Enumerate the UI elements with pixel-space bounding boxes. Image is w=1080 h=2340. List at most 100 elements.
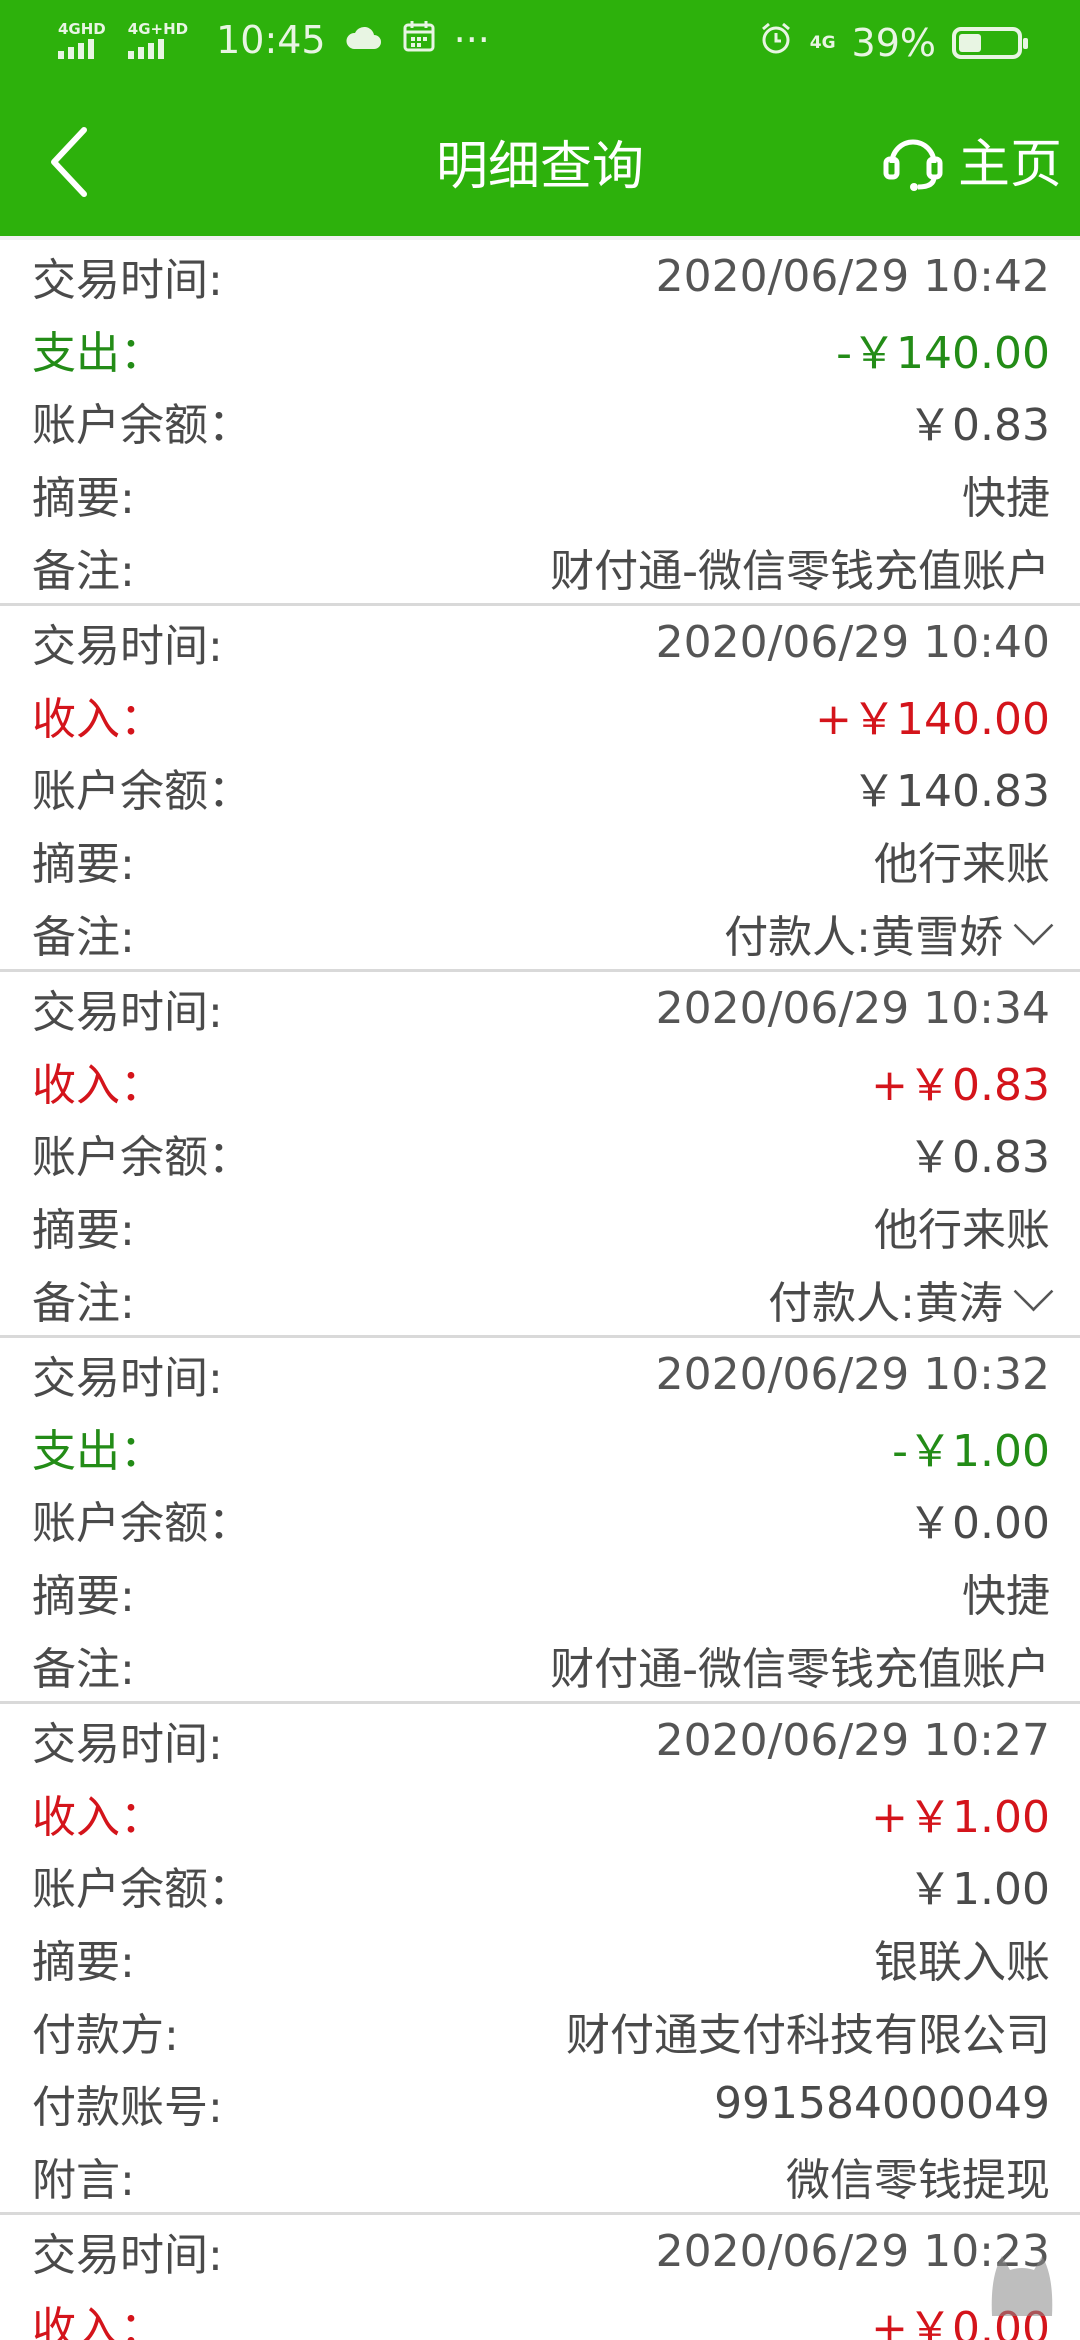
detail-value: +￥0.83 <box>871 1059 1050 1111</box>
detail-label: 交易时间: <box>32 2230 223 2282</box>
nav-bar: 明细查询 主页 <box>0 86 1080 236</box>
detail-value: -￥140.00 <box>836 327 1050 379</box>
detail-value: 银联入账 <box>874 1936 1050 1988</box>
detail-label: 付款方: <box>32 2009 179 2061</box>
detail-label: 附言: <box>32 2154 135 2206</box>
calendar-icon <box>402 18 436 62</box>
detail-value: 2020/06/29 10:42 <box>655 250 1050 302</box>
detail-label: 收入： <box>32 1059 164 1111</box>
detail-row: 收入： +￥1.00 <box>0 1776 1080 1849</box>
detail-row: 摘要: 他行来账 <box>0 1190 1080 1263</box>
status-right: 4G 39% <box>758 20 1028 65</box>
battery-percent: 39% <box>851 20 936 65</box>
transaction-card[interactable]: 交易时间: 2020/06/29 10:23 收入： +￥0.00 <box>0 2215 1080 2340</box>
detail-value: 2020/06/29 10:32 <box>655 1348 1050 1400</box>
detail-label: 账户余额： <box>32 1864 252 1916</box>
detail-row: 付款方: 财付通支付科技有限公司 <box>0 1994 1080 2067</box>
detail-value: 财付通支付科技有限公司 <box>566 2009 1050 2061</box>
detail-row: 账户余额： ￥140.83 <box>0 751 1080 824</box>
detail-label: 摘要: <box>32 1936 135 1988</box>
detail-row: 交易时间: 2020/06/29 10:27 <box>0 1704 1080 1777</box>
chevron-down-icon[interactable] <box>1013 1271 1054 1311</box>
transaction-card[interactable]: 交易时间: 2020/06/29 10:40 收入： +￥140.00 账户余额： ￥14… <box>0 605 1080 972</box>
detail-row: 交易时间: 2020/06/29 10:32 <box>0 1338 1080 1411</box>
status-time: 10:45 <box>216 18 326 62</box>
detail-value: 2020/06/29 10:40 <box>655 616 1050 668</box>
detail-value: 快捷 <box>962 1570 1050 1622</box>
detail-row: 摘要: 快捷 <box>0 1556 1080 1629</box>
detail-label: 收入： <box>32 2302 164 2340</box>
detail-label: 交易时间: <box>32 987 223 1039</box>
detail-row: 备注: 财付通-微信零钱充值账户 <box>0 530 1080 603</box>
detail-row: 摘要: 他行来账 <box>0 824 1080 897</box>
transaction-card[interactable]: 交易时间: 2020/06/29 10:42 支出： -￥140.00 账户余额： ￥0.… <box>0 240 1080 606</box>
detail-value: ￥0.83 <box>908 400 1050 452</box>
detail-row: 交易时间: 2020/06/29 10:23 <box>0 2215 1080 2288</box>
detail-label: 交易时间: <box>32 1719 223 1771</box>
detail-label: 付款账号: <box>32 2082 223 2134</box>
detail-value: -￥1.00 <box>892 1425 1050 1477</box>
signal-label-2: 4G+HD <box>127 20 189 38</box>
detail-row: 交易时间: 2020/06/29 10:42 <box>0 240 1080 313</box>
detail-row: 备注: 付款人:黄雪娇 <box>0 896 1080 969</box>
network-type: 4G <box>809 32 836 53</box>
status-bar: 4GHD 4G+HD 10:45 ··· 4G 39% <box>0 0 1080 86</box>
detail-row: 备注: 财付通-微信零钱充值账户 <box>0 1628 1080 1701</box>
detail-value: 快捷 <box>962 473 1050 525</box>
detail-row: 摘要: 快捷 <box>0 458 1080 531</box>
detail-value: 微信零钱提现 <box>786 2154 1050 2206</box>
detail-value: 2020/06/29 10:27 <box>655 1714 1050 1766</box>
transaction-card[interactable]: 交易时间: 2020/06/29 10:27 收入： +￥1.00 账户余额： ￥1.00… <box>0 1703 1080 2216</box>
detail-label: 摘要: <box>32 1205 135 1257</box>
detail-row: 账户余额： ￥0.00 <box>0 1483 1080 1556</box>
detail-label: 摘要: <box>32 1570 135 1622</box>
detail-value: 2020/06/29 10:34 <box>655 982 1050 1034</box>
detail-label: 账户余额： <box>32 1132 252 1184</box>
alarm-icon <box>758 20 794 65</box>
more-notifications-icon: ··· <box>453 18 490 62</box>
detail-row: 支出： -￥1.00 <box>0 1411 1080 1484</box>
detail-row: 收入： +￥0.00 <box>0 2288 1080 2340</box>
transaction-card[interactable]: 交易时间: 2020/06/29 10:34 收入： +￥0.83 账户余额： ￥0.83… <box>0 971 1080 1338</box>
detail-label: 备注: <box>32 1277 135 1329</box>
detail-row: 附言: 微信零钱提现 <box>0 2139 1080 2212</box>
detail-row: 付款账号: 991584000049 <box>0 2067 1080 2140</box>
cloud-icon <box>344 18 384 62</box>
home-button[interactable]: 主页 <box>880 122 1062 197</box>
signal-strength-icon: 4GHD <box>58 21 106 59</box>
chevron-down-icon[interactable] <box>1013 905 1054 945</box>
transaction-card[interactable]: 交易时间: 2020/06/29 10:32 支出： -￥1.00 账户余额： ￥0.00… <box>0 1337 1080 1704</box>
detail-value: 财付通-微信零钱充值账户 <box>550 1643 1050 1695</box>
signal-strength-icon-2: 4G+HD <box>127 20 189 59</box>
detail-label: 支出： <box>32 327 164 379</box>
detail-row: 交易时间: 2020/06/29 10:40 <box>0 606 1080 679</box>
detail-row: 账户余额： ￥0.83 <box>0 385 1080 458</box>
detail-label: 交易时间: <box>32 1353 223 1405</box>
detail-label: 备注: <box>32 1643 135 1695</box>
detail-label: 账户余额： <box>32 1498 252 1550</box>
detail-label: 账户余额： <box>32 766 252 818</box>
headset-icon <box>883 139 943 191</box>
detail-value: ￥0.83 <box>908 1132 1050 1184</box>
detail-row: 交易时间: 2020/06/29 10:34 <box>0 972 1080 1045</box>
detail-value: ￥1.00 <box>908 1864 1050 1916</box>
detail-label: 账户余额： <box>32 400 252 452</box>
detail-row: 支出： -￥140.00 <box>0 313 1080 386</box>
detail-row: 备注: 付款人:黄涛 <box>0 1262 1080 1335</box>
detail-row: 收入： +￥140.00 <box>0 679 1080 752</box>
transaction-list: 交易时间: 2020/06/29 10:42 支出： -￥140.00 账户余额： ￥0.… <box>0 240 1080 2340</box>
detail-value: ￥0.00 <box>908 1498 1050 1550</box>
detail-label: 支出： <box>32 1425 164 1477</box>
battery-level <box>959 33 981 52</box>
detail-value: +￥140.00 <box>815 693 1050 745</box>
detail-label: 交易时间: <box>32 621 223 673</box>
detail-row: 摘要: 银联入账 <box>0 1922 1080 1995</box>
detail-value: 他行来账 <box>874 1205 1050 1257</box>
watermark-logo <box>982 2236 1062 2326</box>
battery-icon <box>952 26 1028 59</box>
detail-label: 备注: <box>32 911 135 963</box>
detail-label: 收入： <box>32 693 164 745</box>
detail-label: 摘要: <box>32 839 135 891</box>
detail-label: 收入： <box>32 1791 164 1843</box>
home-label: 主页 <box>957 135 1062 195</box>
